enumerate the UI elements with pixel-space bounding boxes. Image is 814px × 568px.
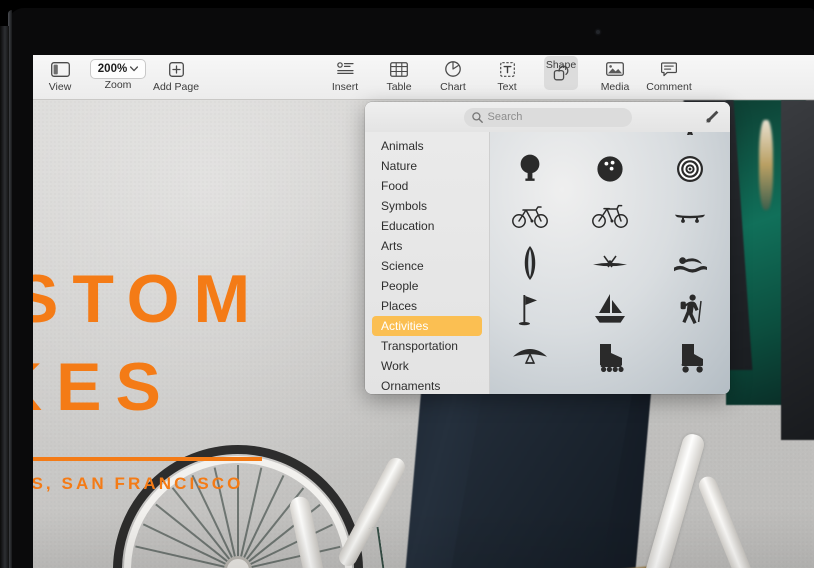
- screenshot-root: STOM KES ES, SAN FRANCISCO View: [0, 0, 814, 568]
- chevron-down-icon: [130, 66, 139, 72]
- add-page-icon: [161, 59, 191, 79]
- table-label: Table: [386, 81, 412, 93]
- add-page-button[interactable]: Add Page: [149, 55, 203, 93]
- shape-category-animals[interactable]: Animals: [372, 136, 482, 156]
- chart-label: Chart: [440, 81, 466, 93]
- pen-draw-icon[interactable]: [703, 108, 721, 126]
- shape-category-label: Places: [381, 299, 418, 313]
- sailboat-icon[interactable]: [577, 288, 643, 332]
- comment-label: Comment: [646, 81, 692, 93]
- sidebar-panel-icon: [45, 59, 75, 79]
- bicycle-road-icon[interactable]: [577, 194, 643, 238]
- shape-category-food[interactable]: Food: [372, 176, 482, 196]
- zoom-value-pill[interactable]: 200%: [89, 59, 147, 79]
- shapes-popover[interactable]: Search Animals Nature Food Symbols Education…: [365, 102, 730, 394]
- cricket-bat-icon[interactable]: [497, 132, 563, 144]
- zoom-control[interactable]: 200% Zoom: [87, 55, 149, 91]
- laptop-left-edge: [0, 26, 9, 568]
- dartboard-icon[interactable]: [657, 147, 723, 191]
- hang-glider-icon[interactable]: [497, 335, 563, 379]
- shape-button[interactable]: Shape: [534, 55, 588, 90]
- toolbar-left-group: View 200% Zoom Add Page: [33, 55, 203, 93]
- shape-category-education[interactable]: Education: [372, 216, 482, 236]
- hiker-icon[interactable]: [657, 288, 723, 332]
- shape-category-label: People: [381, 279, 419, 293]
- shape-category-work[interactable]: Work: [372, 356, 482, 376]
- shape-grid-scroll[interactable]: [490, 132, 730, 394]
- view-button[interactable]: View: [33, 55, 87, 93]
- shape-category-label: Science: [381, 259, 424, 273]
- rowing-scull-icon[interactable]: [577, 241, 643, 285]
- chart-pie-icon: [438, 59, 468, 79]
- zoom-value: 200%: [97, 63, 128, 75]
- shape-grid[interactable]: [490, 132, 730, 380]
- toolbar-right-group: Insert Table Chart Text Shape Media Comm…: [318, 55, 814, 93]
- shape-category-transportation[interactable]: Transportation: [372, 336, 482, 356]
- text-box-icon: [492, 59, 522, 79]
- popover-header: Search: [365, 102, 730, 132]
- photo-dark-jacket: [781, 100, 814, 440]
- insert-button[interactable]: Insert: [318, 55, 372, 93]
- shape-category-symbols[interactable]: Symbols: [372, 196, 482, 216]
- comment-button[interactable]: Comment: [642, 55, 696, 93]
- popover-body: Animals Nature Food Symbols Education Arts Sci…: [365, 132, 730, 394]
- app-toolbar: View 200% Zoom Add Page Insert Table Cha…: [33, 55, 814, 100]
- shape-category-arts[interactable]: Arts: [372, 236, 482, 256]
- shape-category-label: Work: [381, 359, 409, 373]
- search-placeholder: Search: [487, 111, 523, 123]
- skis-icon[interactable]: [657, 132, 723, 144]
- media-button[interactable]: Media: [588, 55, 642, 93]
- shape-category-label: Animals: [381, 139, 424, 153]
- shape-category-places[interactable]: Places: [372, 296, 482, 316]
- shape-category-activities[interactable]: Activities: [372, 316, 482, 336]
- shape-category-label: Ornaments: [381, 379, 441, 393]
- shape-category-label: Symbols: [381, 199, 428, 213]
- shape-category-label: Activities: [381, 319, 429, 333]
- search-input[interactable]: Search: [463, 107, 632, 127]
- skateboard-icon[interactable]: [657, 194, 723, 238]
- shape-category-people[interactable]: People: [372, 276, 482, 296]
- roller-skate-icon[interactable]: [657, 335, 723, 379]
- surfboard-icon[interactable]: [497, 241, 563, 285]
- bicycle-icon[interactable]: [497, 194, 563, 238]
- swimmer-icon[interactable]: [657, 241, 723, 285]
- shape-label: Shape: [545, 59, 577, 71]
- canvas-bottom-shadow: [33, 508, 814, 568]
- add-page-label: Add Page: [152, 81, 200, 93]
- media-label: Media: [600, 81, 630, 93]
- text-label: Text: [497, 81, 517, 93]
- shape-category-nature[interactable]: Nature: [372, 156, 482, 176]
- photo-shirt-highlight: [759, 120, 773, 210]
- golf-flag-icon[interactable]: [497, 288, 563, 332]
- shape-category-label: Education: [381, 219, 435, 233]
- shape-category-label: Arts: [381, 239, 403, 253]
- view-button-label: View: [48, 81, 72, 93]
- shape-category-label: Transportation: [381, 339, 458, 353]
- shape-category-label: Food: [381, 179, 409, 193]
- ping-pong-paddle-icon[interactable]: [497, 147, 563, 191]
- insert-label: Insert: [331, 81, 359, 93]
- search-icon: [471, 111, 483, 123]
- shape-category-science[interactable]: Science: [372, 256, 482, 276]
- zoom-label: Zoom: [104, 79, 132, 91]
- bowling-ball-icon[interactable]: [577, 147, 643, 191]
- webcam-lens-icon: [596, 30, 600, 34]
- screen-content: STOM KES ES, SAN FRANCISCO View: [33, 55, 814, 568]
- shape-category-ornaments[interactable]: Ornaments: [372, 376, 482, 394]
- shape-category-label: Nature: [381, 159, 418, 173]
- inline-skate-icon[interactable]: [577, 335, 643, 379]
- table-icon: [384, 59, 414, 79]
- media-photo-icon: [600, 59, 630, 79]
- hockey-stick-icon[interactable]: [577, 132, 643, 144]
- insert-icon: [330, 59, 360, 79]
- shape-category-list[interactable]: Animals Nature Food Symbols Education Arts Sci…: [365, 132, 490, 394]
- table-button[interactable]: Table: [372, 55, 426, 93]
- chart-button[interactable]: Chart: [426, 55, 480, 93]
- comment-bubble-icon: [654, 59, 684, 79]
- text-button[interactable]: Text: [480, 55, 534, 93]
